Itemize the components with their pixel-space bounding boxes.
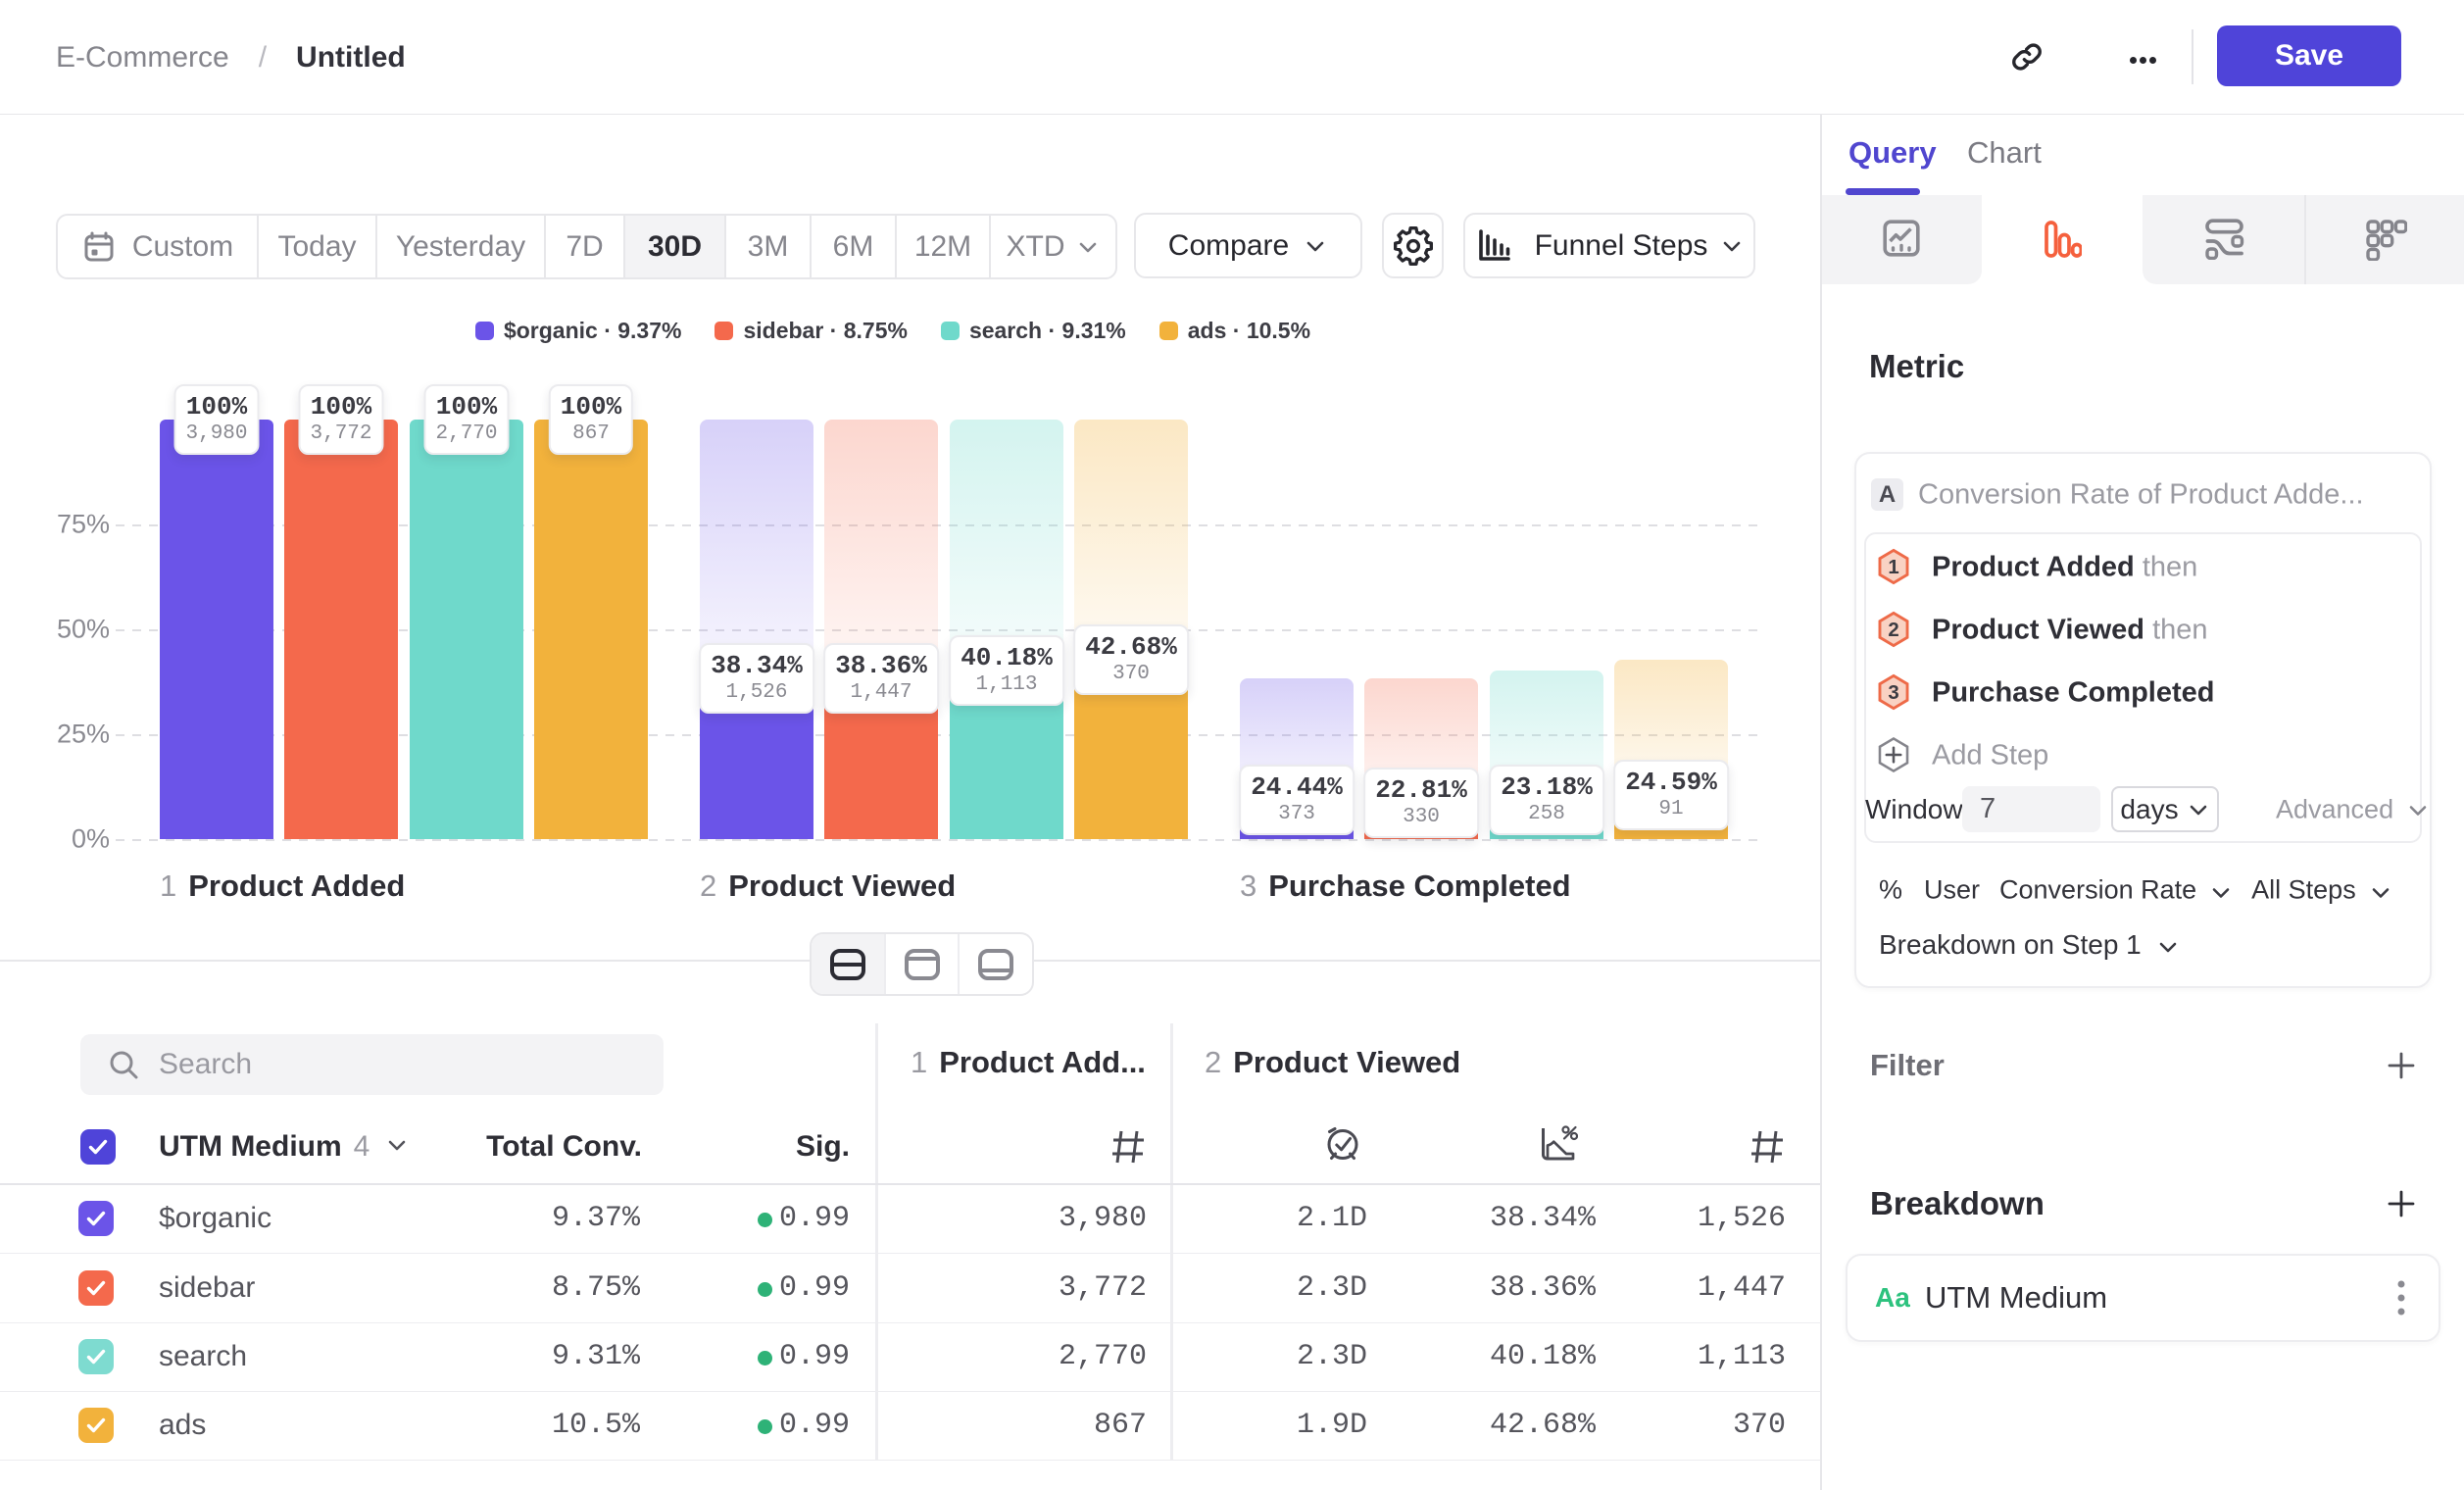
svg-text:3: 3 xyxy=(1888,682,1898,704)
svg-text:1: 1 xyxy=(1888,557,1898,578)
svg-text:2: 2 xyxy=(1888,620,1898,641)
